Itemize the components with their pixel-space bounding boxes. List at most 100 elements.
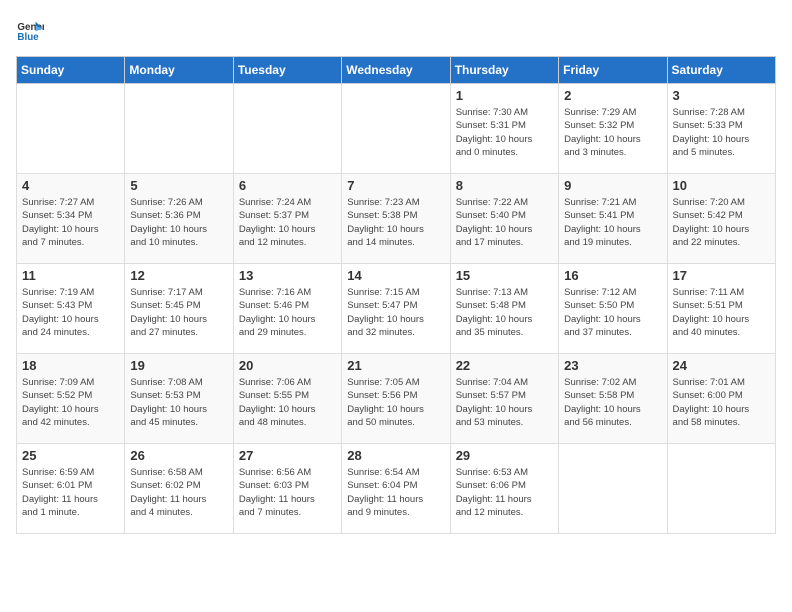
day-cell: 4 Sunrise: 7:27 AM Sunset: 5:34 PM Daylig… — [17, 174, 125, 264]
day-info: Sunrise: 7:28 AM Sunset: 5:33 PM Dayligh… — [673, 106, 770, 159]
day-info: Sunrise: 7:23 AM Sunset: 5:38 PM Dayligh… — [347, 196, 444, 249]
day-number: 6 — [239, 178, 336, 193]
day-cell — [559, 444, 667, 534]
day-number: 12 — [130, 268, 227, 283]
day-info: Sunrise: 6:53 AM Sunset: 6:06 PM Dayligh… — [456, 466, 553, 519]
day-info: Sunrise: 7:16 AM Sunset: 5:46 PM Dayligh… — [239, 286, 336, 339]
day-info: Sunrise: 6:59 AM Sunset: 6:01 PM Dayligh… — [22, 466, 119, 519]
day-number: 3 — [673, 88, 770, 103]
day-number: 28 — [347, 448, 444, 463]
week-row-2: 4 Sunrise: 7:27 AM Sunset: 5:34 PM Daylig… — [17, 174, 776, 264]
day-cell: 10 Sunrise: 7:20 AM Sunset: 5:42 PM Dayli… — [667, 174, 775, 264]
header-sunday: Sunday — [17, 57, 125, 84]
header-thursday: Thursday — [450, 57, 558, 84]
logo: General Blue — [16, 16, 48, 44]
day-info: Sunrise: 7:20 AM Sunset: 5:42 PM Dayligh… — [673, 196, 770, 249]
day-number: 23 — [564, 358, 661, 373]
day-number: 29 — [456, 448, 553, 463]
calendar-table: SundayMondayTuesdayWednesdayThursdayFrid… — [16, 56, 776, 534]
day-cell: 28Sunrise: 6:54 AM Sunset: 6:04 PM Dayli… — [342, 444, 450, 534]
day-number: 19 — [130, 358, 227, 373]
day-number: 13 — [239, 268, 336, 283]
day-cell: 19 Sunrise: 7:08 AM Sunset: 5:53 PM Dayli… — [125, 354, 233, 444]
day-cell: 2Sunrise: 7:29 AM Sunset: 5:32 PM Daylig… — [559, 84, 667, 174]
day-cell: 24 Sunrise: 7:01 AM Sunset: 6:00 PM Dayli… — [667, 354, 775, 444]
day-cell: 25 Sunrise: 6:59 AM Sunset: 6:01 PM Dayli… — [17, 444, 125, 534]
header-friday: Friday — [559, 57, 667, 84]
day-info: Sunrise: 7:19 AM Sunset: 5:43 PM Dayligh… — [22, 286, 119, 339]
day-number: 10 — [673, 178, 770, 193]
day-number: 1 — [456, 88, 553, 103]
day-cell: 15 Sunrise: 7:13 AM Sunset: 5:48 PM Dayli… — [450, 264, 558, 354]
day-info: Sunrise: 7:09 AM Sunset: 5:52 PM Dayligh… — [22, 376, 119, 429]
day-number: 27 — [239, 448, 336, 463]
day-cell — [125, 84, 233, 174]
day-number: 17 — [673, 268, 770, 283]
day-info: Sunrise: 7:17 AM Sunset: 5:45 PM Dayligh… — [130, 286, 227, 339]
day-info: Sunrise: 7:02 AM Sunset: 5:58 PM Dayligh… — [564, 376, 661, 429]
day-number: 14 — [347, 268, 444, 283]
day-number: 5 — [130, 178, 227, 193]
day-cell: 16 Sunrise: 7:12 AM Sunset: 5:50 PM Dayli… — [559, 264, 667, 354]
day-cell: 12 Sunrise: 7:17 AM Sunset: 5:45 PM Dayli… — [125, 264, 233, 354]
day-info: Sunrise: 7:01 AM Sunset: 6:00 PM Dayligh… — [673, 376, 770, 429]
header-monday: Monday — [125, 57, 233, 84]
day-info: Sunrise: 7:21 AM Sunset: 5:41 PM Dayligh… — [564, 196, 661, 249]
day-info: Sunrise: 7:04 AM Sunset: 5:57 PM Dayligh… — [456, 376, 553, 429]
logo-icon: General Blue — [16, 16, 44, 44]
day-cell: 1 Sunrise: 7:30 AM Sunset: 5:31 PM Daylig… — [450, 84, 558, 174]
day-cell: 9 Sunrise: 7:21 AM Sunset: 5:41 PM Daylig… — [559, 174, 667, 264]
day-cell: 22 Sunrise: 7:04 AM Sunset: 5:57 PM Dayli… — [450, 354, 558, 444]
day-info: Sunrise: 7:29 AM Sunset: 5:32 PM Dayligh… — [564, 106, 661, 159]
day-cell: 5 Sunrise: 7:26 AM Sunset: 5:36 PM Daylig… — [125, 174, 233, 264]
day-cell — [667, 444, 775, 534]
day-info: Sunrise: 7:26 AM Sunset: 5:36 PM Dayligh… — [130, 196, 227, 249]
day-info: Sunrise: 7:22 AM Sunset: 5:40 PM Dayligh… — [456, 196, 553, 249]
day-cell: 17 Sunrise: 7:11 AM Sunset: 5:51 PM Dayli… — [667, 264, 775, 354]
day-cell — [233, 84, 341, 174]
day-cell: 23 Sunrise: 7:02 AM Sunset: 5:58 PM Dayli… — [559, 354, 667, 444]
header-wednesday: Wednesday — [342, 57, 450, 84]
day-cell: 20 Sunrise: 7:06 AM Sunset: 5:55 PM Dayli… — [233, 354, 341, 444]
day-number: 18 — [22, 358, 119, 373]
header-row: SundayMondayTuesdayWednesdayThursdayFrid… — [17, 57, 776, 84]
header-saturday: Saturday — [667, 57, 775, 84]
day-info: Sunrise: 7:08 AM Sunset: 5:53 PM Dayligh… — [130, 376, 227, 429]
day-info: Sunrise: 7:24 AM Sunset: 5:37 PM Dayligh… — [239, 196, 336, 249]
day-number: 8 — [456, 178, 553, 193]
day-info: Sunrise: 7:11 AM Sunset: 5:51 PM Dayligh… — [673, 286, 770, 339]
day-info: Sunrise: 7:06 AM Sunset: 5:55 PM Dayligh… — [239, 376, 336, 429]
day-number: 11 — [22, 268, 119, 283]
day-cell: 3 Sunrise: 7:28 AM Sunset: 5:33 PM Daylig… — [667, 84, 775, 174]
day-number: 15 — [456, 268, 553, 283]
day-number: 4 — [22, 178, 119, 193]
week-row-1: 1 Sunrise: 7:30 AM Sunset: 5:31 PM Daylig… — [17, 84, 776, 174]
day-cell — [342, 84, 450, 174]
day-number: 16 — [564, 268, 661, 283]
day-info: Sunrise: 7:12 AM Sunset: 5:50 PM Dayligh… — [564, 286, 661, 339]
week-row-4: 18 Sunrise: 7:09 AM Sunset: 5:52 PM Dayli… — [17, 354, 776, 444]
day-number: 9 — [564, 178, 661, 193]
day-cell: 21 Sunrise: 7:05 AM Sunset: 5:56 PM Dayli… — [342, 354, 450, 444]
day-number: 25 — [22, 448, 119, 463]
day-cell: 27Sunrise: 6:56 AM Sunset: 6:03 PM Dayli… — [233, 444, 341, 534]
day-info: Sunrise: 7:27 AM Sunset: 5:34 PM Dayligh… — [22, 196, 119, 249]
day-info: Sunrise: 7:30 AM Sunset: 5:31 PM Dayligh… — [456, 106, 553, 159]
day-cell: 26 Sunrise: 6:58 AM Sunset: 6:02 PM Dayli… — [125, 444, 233, 534]
page-header: General Blue — [16, 16, 776, 44]
day-number: 20 — [239, 358, 336, 373]
day-info: Sunrise: 7:13 AM Sunset: 5:48 PM Dayligh… — [456, 286, 553, 339]
day-info: Sunrise: 7:05 AM Sunset: 5:56 PM Dayligh… — [347, 376, 444, 429]
day-info: Sunrise: 7:15 AM Sunset: 5:47 PM Dayligh… — [347, 286, 444, 339]
day-info: Sunrise: 6:58 AM Sunset: 6:02 PM Dayligh… — [130, 466, 227, 519]
day-cell: 18 Sunrise: 7:09 AM Sunset: 5:52 PM Dayli… — [17, 354, 125, 444]
day-number: 22 — [456, 358, 553, 373]
week-row-3: 11 Sunrise: 7:19 AM Sunset: 5:43 PM Dayli… — [17, 264, 776, 354]
day-number: 24 — [673, 358, 770, 373]
day-cell: 6 Sunrise: 7:24 AM Sunset: 5:37 PM Daylig… — [233, 174, 341, 264]
day-cell: 14 Sunrise: 7:15 AM Sunset: 5:47 PM Dayli… — [342, 264, 450, 354]
day-number: 21 — [347, 358, 444, 373]
day-cell — [17, 84, 125, 174]
day-number: 26 — [130, 448, 227, 463]
week-row-5: 25 Sunrise: 6:59 AM Sunset: 6:01 PM Dayli… — [17, 444, 776, 534]
